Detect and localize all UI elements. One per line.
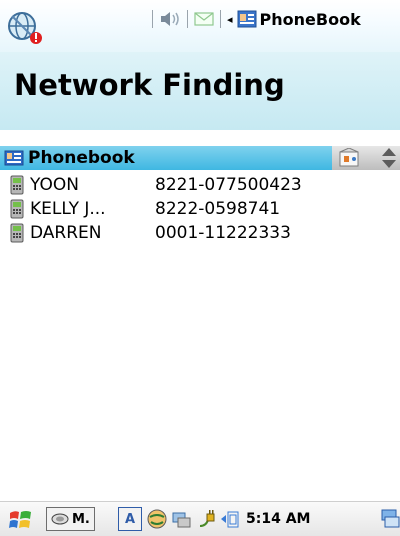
- running-app-button[interactable]: M.: [46, 507, 95, 531]
- status-icons: ◂ PhoneBook: [146, 8, 361, 30]
- back-arrow-icon[interactable]: ◂: [227, 13, 233, 26]
- separator: [187, 10, 188, 28]
- mobile-phone-icon: [10, 223, 24, 243]
- sort-arrows-icon[interactable]: [380, 146, 398, 170]
- clock[interactable]: 5:14 AM: [246, 511, 310, 527]
- phonebook-header-icon: [4, 150, 24, 166]
- taskbar: M. A 5:14 AM: [0, 501, 400, 536]
- tray-icons: 5:14 AM: [146, 507, 310, 531]
- list-header-label: Phonebook: [28, 148, 135, 168]
- list-item[interactable]: KELLY J... 8222-0598741: [0, 198, 400, 220]
- contact-name: YOON: [30, 175, 79, 195]
- separator: [220, 10, 221, 28]
- network-app-icon: [51, 513, 69, 525]
- running-app-box: M.: [46, 507, 95, 531]
- windows-flag-icon: [9, 511, 31, 528]
- globe-tray-icon[interactable]: [146, 508, 168, 530]
- start-button[interactable]: [8, 507, 34, 531]
- input-method-button[interactable]: A: [118, 507, 143, 531]
- contact-number: 8221-077500423: [155, 175, 302, 195]
- separator: [152, 10, 153, 28]
- sync-tray-icon[interactable]: [170, 508, 194, 530]
- input-method-label: A: [125, 511, 136, 527]
- battery-icon[interactable]: [220, 508, 240, 530]
- contact-number: 8222-0598741: [155, 199, 281, 219]
- mobile-phone-icon: [10, 199, 24, 219]
- connectivity-globe-icon[interactable]: [6, 8, 46, 48]
- mobile-phone-icon: [10, 175, 24, 195]
- contact-number: 0001-11222333: [155, 223, 291, 243]
- mail-icon[interactable]: [194, 11, 214, 27]
- volume-muted-icon[interactable]: [159, 10, 181, 28]
- contact-name: KELLY J...: [30, 199, 106, 219]
- input-method-box: A: [118, 507, 143, 531]
- list-item[interactable]: YOON 8221-077500423: [0, 174, 400, 196]
- status-bar: ◂ PhoneBook: [0, 0, 400, 60]
- page-title: Network Finding: [14, 68, 285, 102]
- contact-name: DARREN: [30, 223, 102, 243]
- list-header: Phonebook: [0, 146, 400, 170]
- power-plug-icon[interactable]: [196, 508, 218, 530]
- show-desktop-icon: [381, 509, 400, 528]
- list-header-controls: [332, 146, 400, 170]
- app-name[interactable]: PhoneBook: [260, 10, 361, 29]
- desktop-button[interactable]: [380, 507, 400, 531]
- phonebook-app-icon: [237, 10, 257, 28]
- contact-card-icon[interactable]: [338, 148, 362, 168]
- list-item[interactable]: DARREN 0001-11222333: [0, 222, 400, 244]
- running-app-label: M.: [72, 511, 90, 527]
